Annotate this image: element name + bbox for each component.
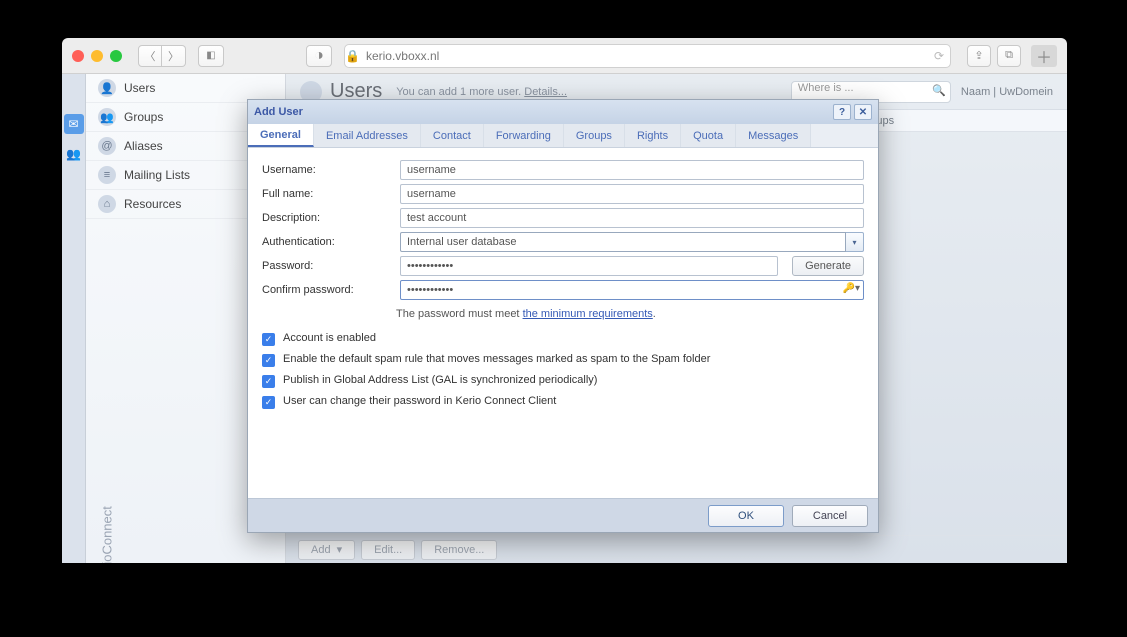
sidebar-item-label: Users — [124, 81, 155, 95]
fullname-input[interactable] — [400, 184, 864, 204]
header-blurb: You can add 1 more user. Details... — [396, 86, 567, 98]
brand-label: KerioConnect — [100, 481, 115, 564]
close-window-button[interactable] — [72, 50, 84, 62]
checkbox-checked-icon: ✓ — [262, 396, 275, 409]
checkbox-checked-icon: ✓ — [262, 354, 275, 367]
back-button[interactable]: 〈 — [138, 45, 162, 67]
fullname-label: Full name: — [262, 188, 392, 200]
check-change-password[interactable]: ✓ User can change their password in Keri… — [262, 395, 864, 409]
tab-general[interactable]: General — [248, 124, 314, 147]
search-placeholder: Where is ... — [798, 82, 854, 94]
sidebar-item-label: Resources — [124, 197, 181, 211]
url-bar[interactable]: 🔒 kerio.vboxx.nl ⟳ — [344, 44, 951, 68]
check-label: User can change their password in Kerio … — [283, 395, 556, 407]
check-account-enabled[interactable]: ✓ Account is enabled — [262, 332, 864, 346]
close-button[interactable]: ✕ — [854, 104, 872, 120]
mailing-lists-icon: ≡ — [98, 166, 116, 184]
ok-button[interactable]: OK — [708, 505, 784, 527]
groups-icon: 👥 — [98, 108, 116, 126]
check-spam-rule[interactable]: ✓ Enable the default spam rule that move… — [262, 353, 864, 367]
window-controls — [72, 50, 122, 62]
password-input[interactable] — [400, 256, 778, 276]
check-label: Publish in Global Address List (GAL is s… — [283, 374, 597, 386]
min-requirements-link[interactable]: the minimum requirements — [523, 308, 653, 320]
cancel-button[interactable]: Cancel — [792, 505, 868, 527]
resources-icon: ⌂ — [98, 195, 116, 213]
lock-icon: 🔒 — [345, 49, 360, 63]
tab-messages[interactable]: Messages — [736, 124, 811, 147]
forward-button[interactable]: 〉 — [162, 45, 186, 67]
reload-icon[interactable]: ⟳ — [934, 49, 944, 63]
vertical-rail: ✉ 👥 KerioConnect — [62, 74, 86, 563]
tab-forwarding[interactable]: Forwarding — [484, 124, 564, 147]
aliases-icon: @ — [98, 137, 116, 155]
password-hint: The password must meet the minimum requi… — [396, 308, 864, 320]
search-icon: 🔍 — [932, 84, 946, 97]
dialog-body: Username: Full name: Description: Authen… — [248, 148, 878, 498]
titlebar-right: ⇪ ⧉ — [967, 45, 1021, 67]
help-button[interactable]: ? — [833, 104, 851, 120]
username-label: Username: — [262, 164, 392, 176]
tab-rights[interactable]: Rights — [625, 124, 681, 147]
minimize-window-button[interactable] — [91, 50, 103, 62]
hint-post: . — [653, 308, 656, 320]
dialog-title: Add User — [254, 106, 303, 118]
confirm-password-label: Confirm password: — [262, 284, 392, 296]
description-label: Description: — [262, 212, 392, 224]
check-label: Enable the default spam rule that moves … — [283, 353, 710, 365]
chevron-down-icon: ▾ — [337, 543, 343, 556]
zoom-window-button[interactable] — [110, 50, 122, 62]
sidebar-item-label: Aliases — [124, 139, 163, 153]
remove-button[interactable]: Remove... — [421, 540, 497, 560]
sidebar-item-label: Groups — [124, 110, 163, 124]
confirm-password-input[interactable] — [400, 280, 864, 300]
blurb-text: You can add 1 more user. — [396, 86, 524, 98]
checkbox-group: ✓ Account is enabled ✓ Enable the defaul… — [262, 332, 864, 409]
rail-mail-icon[interactable]: ✉ — [64, 114, 84, 134]
new-tab-button[interactable]: ＋ — [1031, 45, 1057, 67]
dialog-footer: OK Cancel — [248, 498, 878, 532]
dialog-titlebar: Add User ? ✕ — [248, 100, 878, 124]
edit-button[interactable]: Edit... — [361, 540, 415, 560]
checkbox-checked-icon: ✓ — [262, 375, 275, 388]
sidebar-item-label: Mailing Lists — [124, 168, 190, 182]
details-link[interactable]: Details... — [524, 86, 567, 98]
rail-users-icon[interactable]: 👥 — [64, 144, 84, 164]
app-frame: ✉ 👥 KerioConnect 👤 Users 👥 Groups @ Alia… — [62, 74, 1067, 563]
titlebar: 〈 〉 ◧ ◑ 🔒 kerio.vboxx.nl ⟳ ⇪ ⧉ ＋ — [62, 38, 1067, 74]
tab-groups[interactable]: Groups — [564, 124, 625, 147]
authentication-label: Authentication: — [262, 236, 392, 248]
tab-contact[interactable]: Contact — [421, 124, 484, 147]
url-text: kerio.vboxx.nl — [366, 49, 439, 63]
check-gal[interactable]: ✓ Publish in Global Address List (GAL is… — [262, 374, 864, 388]
authentication-dropdown-button[interactable]: ▾ — [846, 232, 864, 252]
browser-window: 〈 〉 ◧ ◑ 🔒 kerio.vboxx.nl ⟳ ⇪ ⧉ ＋ ✉ 👥 Ker… — [62, 38, 1067, 563]
tab-email-addresses[interactable]: Email Addresses — [314, 124, 421, 147]
hint-pre: The password must meet — [396, 308, 523, 320]
username-input[interactable] — [400, 160, 864, 180]
users-icon: 👤 — [98, 79, 116, 97]
add-button[interactable]: Add▾ — [298, 540, 355, 560]
generate-button[interactable]: Generate — [792, 256, 864, 276]
nav-buttons: 〈 〉 — [138, 45, 186, 67]
domain-selector[interactable]: Naam | UwDomein — [961, 86, 1053, 98]
tab-quota[interactable]: Quota — [681, 124, 736, 147]
checkbox-checked-icon: ✓ — [262, 333, 275, 346]
key-icon[interactable]: 🔑▾ — [843, 283, 860, 294]
sidebar-toggle-button[interactable]: ◧ — [198, 45, 224, 67]
add-user-dialog: Add User ? ✕ General Email Addresses Con… — [247, 99, 879, 533]
authentication-select[interactable] — [400, 232, 846, 252]
dialog-tabs: General Email Addresses Contact Forwardi… — [248, 124, 878, 148]
description-input[interactable] — [400, 208, 864, 228]
toolbar: Add▾ Edit... Remove... — [286, 535, 1067, 563]
share-button[interactable]: ⇪ — [967, 45, 991, 67]
privacy-shield-button[interactable]: ◑ — [306, 45, 332, 67]
check-label: Account is enabled — [283, 332, 376, 344]
tabs-button[interactable]: ⧉ — [997, 45, 1021, 67]
password-label: Password: — [262, 260, 392, 272]
